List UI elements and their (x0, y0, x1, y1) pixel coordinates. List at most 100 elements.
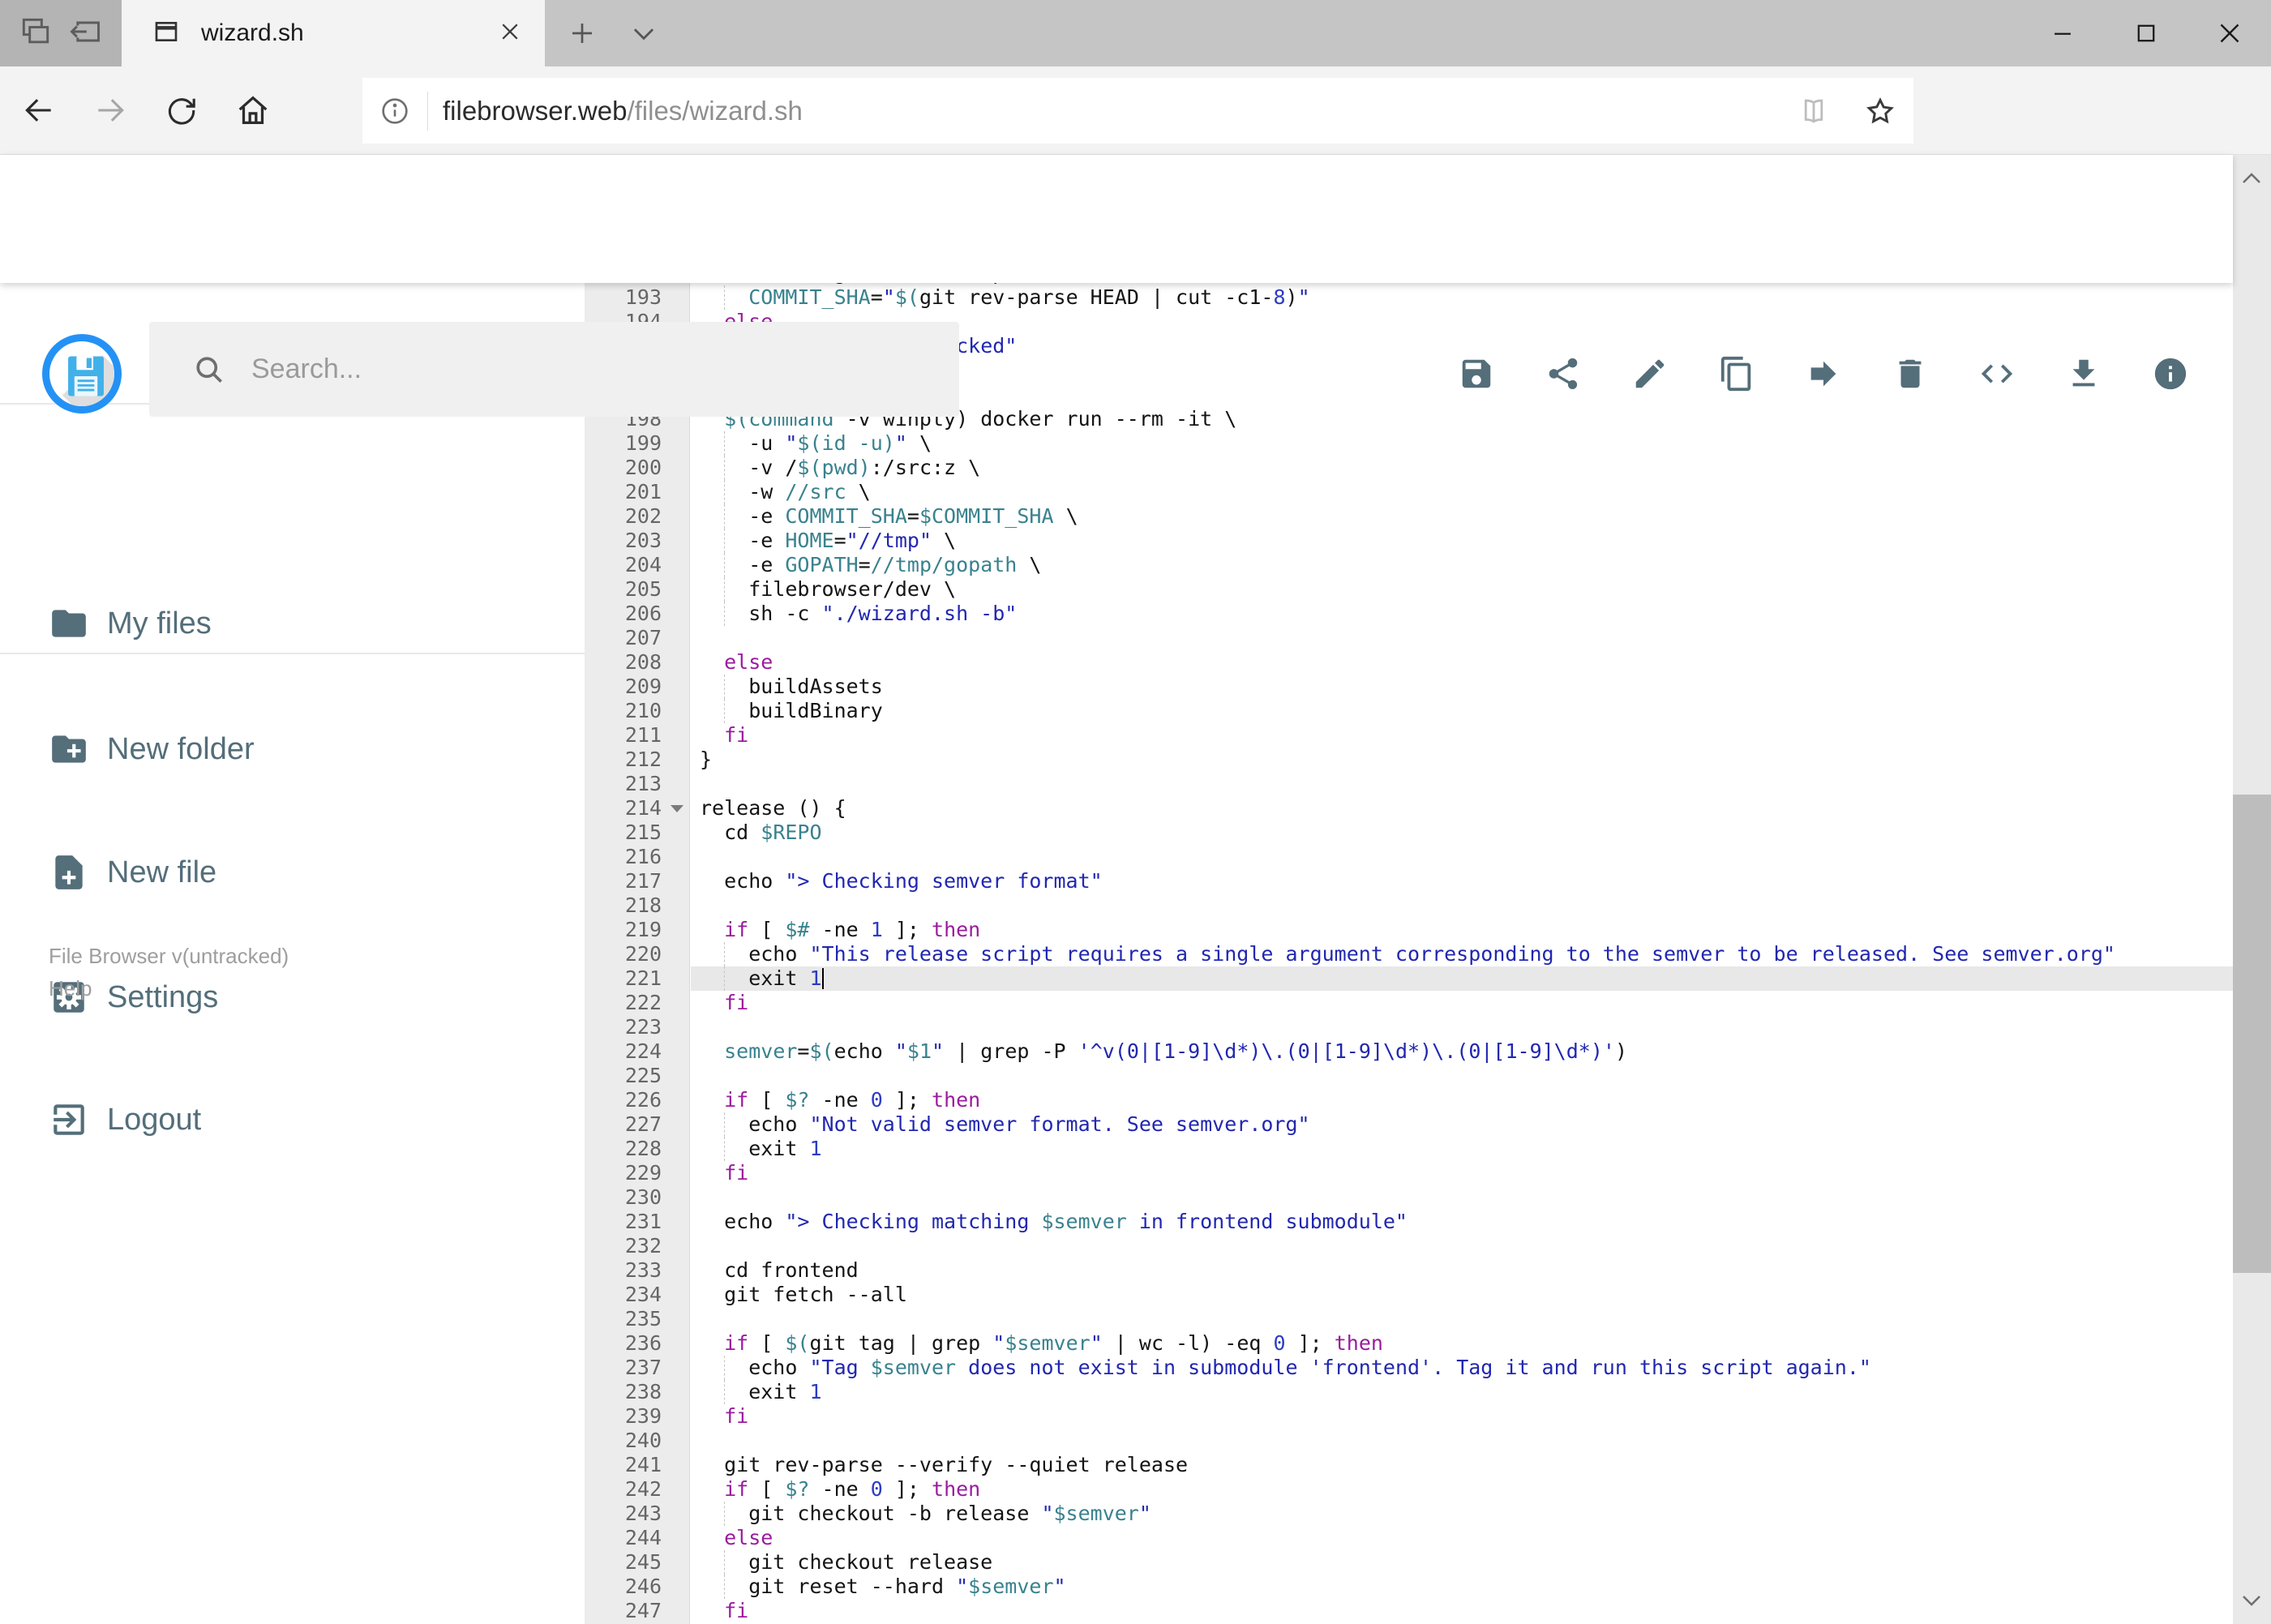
line-number: 224 (624, 1039, 662, 1063)
code-line[interactable]: 208 else (585, 650, 2233, 675)
code-editor[interactable]: 192 if [[ "$(git status --porcelain)" ==… (585, 283, 2233, 1624)
tab-list-chevron-icon[interactable] (621, 0, 666, 66)
code-line[interactable]: 216 (585, 845, 2233, 869)
home-button[interactable] (217, 66, 289, 155)
code-line[interactable]: 204 -e GOPATH=//tmp/gopath \ (585, 553, 2233, 577)
code-line[interactable]: 201 -w //src \ (585, 480, 2233, 504)
delete-button[interactable] (1886, 349, 1935, 398)
code-line[interactable]: 193 COMMIT_SHA="$(git rev-parse HEAD | c… (585, 285, 2233, 310)
logout-icon (49, 1099, 89, 1140)
code-text: -e GOPATH=//tmp/gopath \ (700, 553, 1042, 576)
code-line[interactable]: 214 release () { (585, 796, 2233, 821)
code-line[interactable]: 212} (585, 748, 2233, 772)
code-line[interactable]: 202 -e COMMIT_SHA=$COMMIT_SHA \ (585, 504, 2233, 529)
sidebar-item-logout[interactable]: Logout (0, 1081, 585, 1159)
sidebar-item-new-folder[interactable]: New folder (0, 710, 585, 788)
close-tab-icon[interactable] (498, 19, 522, 48)
sidebar-item-new-file[interactable]: New file (0, 833, 585, 911)
code-line[interactable]: 224 semver=$(echo "$1" | grep -P '^v(0|[… (585, 1039, 2233, 1064)
share-button[interactable] (1539, 349, 1588, 398)
url-field[interactable]: filebrowser.web/files/wizard.sh (362, 78, 1913, 144)
code-line[interactable]: 236 if [ $(git tag | grep "$semver" | wc… (585, 1331, 2233, 1356)
save-button[interactable] (1452, 349, 1501, 398)
sidebar-item-my-files[interactable]: My files (0, 585, 585, 662)
code-line[interactable]: 213 (585, 772, 2233, 796)
line-number: 230 (624, 1185, 662, 1209)
download-button[interactable] (2059, 349, 2108, 398)
sidebar: My files New folder New file Settings Logout… (0, 283, 585, 1624)
site-info-icon[interactable] (362, 95, 427, 127)
code-line[interactable]: 225 (585, 1064, 2233, 1088)
browser-tab[interactable]: wizard.sh (122, 0, 545, 66)
scroll-up-icon[interactable] (2239, 166, 2264, 191)
code-line[interactable]: 222 fi (585, 991, 2233, 1015)
code-line[interactable]: 238 exit 1 (585, 1380, 2233, 1404)
copy-button[interactable] (1712, 349, 1761, 398)
restore-tabs-icon[interactable] (66, 14, 104, 54)
code-line[interactable]: 223 (585, 1015, 2233, 1039)
code-line[interactable]: 200 -v /$(pwd):/src:z \ (585, 456, 2233, 480)
code-button[interactable] (1973, 349, 2021, 398)
code-line[interactable]: 243 git checkout -b release "$semver" (585, 1502, 2233, 1526)
forward-button[interactable] (75, 66, 146, 155)
fold-arrow-icon[interactable] (671, 805, 683, 812)
code-line[interactable]: 240 (585, 1429, 2233, 1453)
code-line[interactable]: 215 cd $REPO (585, 821, 2233, 845)
close-window-button[interactable] (2187, 0, 2271, 66)
sidebar-footer: File Browser v(untracked) Help (49, 940, 289, 1005)
set-aside-tabs-icon[interactable] (18, 14, 54, 54)
code-line[interactable]: 211 fi (585, 723, 2233, 748)
move-button[interactable] (1799, 349, 1848, 398)
code-line[interactable]: 217 echo "> Checking semver format" (585, 869, 2233, 893)
code-line[interactable]: 239 fi (585, 1404, 2233, 1429)
tab-actions-group (0, 0, 122, 66)
code-line[interactable]: 244 else (585, 1526, 2233, 1550)
line-number: 206 (624, 602, 662, 625)
code-line[interactable]: 209 buildAssets (585, 675, 2233, 699)
code-line[interactable]: 246 git reset --hard "$semver" (585, 1575, 2233, 1599)
scroll-down-icon[interactable] (2239, 1588, 2264, 1613)
search-input[interactable] (251, 354, 900, 385)
line-number: 229 (624, 1161, 662, 1185)
code-line[interactable]: 233 cd frontend (585, 1258, 2233, 1283)
code-line[interactable]: 242 if [ $? -ne 0 ]; then (585, 1477, 2233, 1502)
code-line[interactable]: 227 echo "Not valid semver format. See s… (585, 1112, 2233, 1137)
refresh-button[interactable] (146, 66, 217, 155)
code-line[interactable]: 207 (585, 626, 2233, 650)
favorite-star-icon[interactable] (1847, 78, 1913, 144)
edit-button[interactable] (1626, 349, 1674, 398)
code-line[interactable]: 235 (585, 1307, 2233, 1331)
maximize-button[interactable] (2104, 0, 2187, 66)
filebrowser-logo[interactable] (42, 334, 122, 413)
code-line[interactable]: 241 git rev-parse --verify --quiet relea… (585, 1453, 2233, 1477)
code-line[interactable]: 237 echo "Tag $semver does not exist in … (585, 1356, 2233, 1380)
new-tab-button[interactable] (561, 0, 603, 66)
minimize-button[interactable] (2020, 0, 2104, 66)
code-line[interactable]: 210 buildBinary (585, 699, 2233, 723)
code-line[interactable]: 247 fi (585, 1599, 2233, 1623)
code-line[interactable]: 231 echo "> Checking matching $semver in… (585, 1210, 2233, 1234)
code-line[interactable]: 199 -u "$(id -u)" \ (585, 431, 2233, 456)
code-line[interactable]: 230 (585, 1185, 2233, 1210)
help-link[interactable]: Help (49, 972, 289, 1005)
code-line[interactable]: 232 (585, 1234, 2233, 1258)
code-line[interactable]: 234 git fetch --all (585, 1283, 2233, 1307)
line-number: 216 (624, 845, 662, 868)
code-line[interactable]: 219 if [ $# -ne 1 ]; then (585, 918, 2233, 942)
code-line[interactable]: 218 (585, 893, 2233, 918)
code-line[interactable]: 205 filebrowser/dev \ (585, 577, 2233, 602)
code-line[interactable]: 220 echo "This release script requires a… (585, 942, 2233, 966)
scrollbar-thumb[interactable] (2233, 795, 2271, 1273)
code-line[interactable]: 245 git checkout release (585, 1550, 2233, 1575)
folder-plus-icon (49, 729, 89, 769)
code-line[interactable]: 203 -e HOME="//tmp" \ (585, 529, 2233, 553)
code-line[interactable]: 206 sh -c "./wizard.sh -b" (585, 602, 2233, 626)
info-button[interactable] (2146, 349, 2195, 398)
code-line[interactable]: 221 exit 1 (585, 966, 2233, 991)
code-line[interactable]: 228 exit 1 (585, 1137, 2233, 1161)
code-line[interactable]: 226 if [ $? -ne 0 ]; then (585, 1088, 2233, 1112)
back-button[interactable] (3, 66, 75, 155)
search-box[interactable] (149, 322, 959, 417)
code-line[interactable]: 229 fi (585, 1161, 2233, 1185)
page-scrollbar[interactable] (2233, 155, 2271, 1624)
